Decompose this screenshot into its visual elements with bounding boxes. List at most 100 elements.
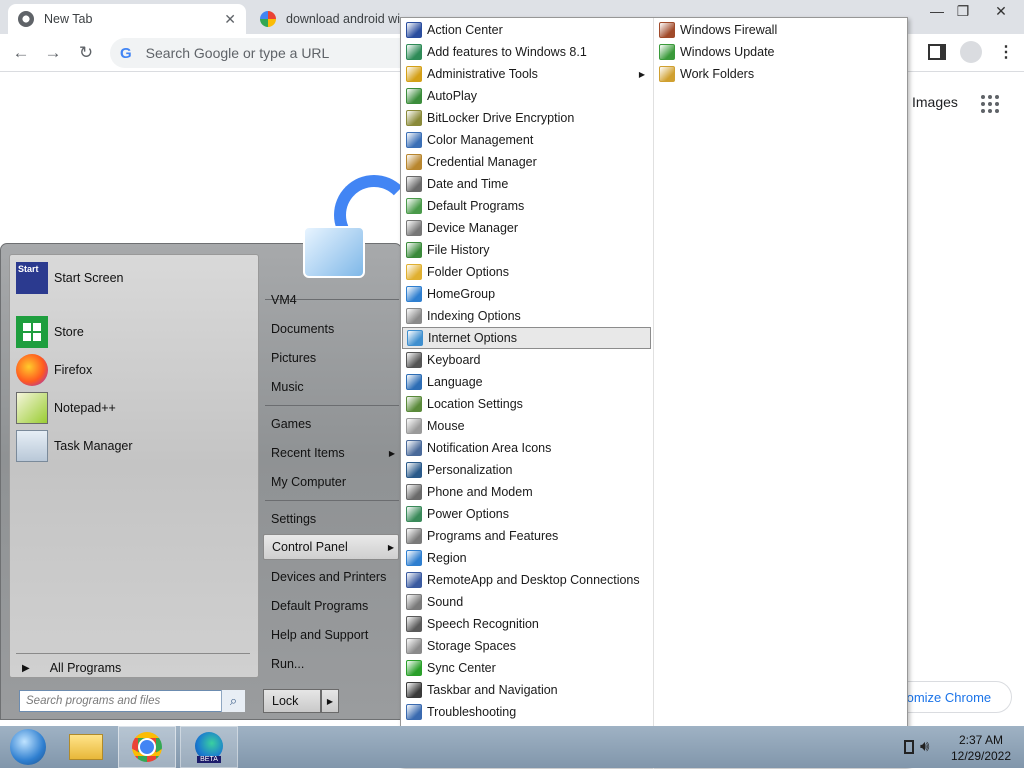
- cp-item-label: BitLocker Drive Encryption: [427, 111, 575, 125]
- lock-button[interactable]: Lock: [263, 689, 321, 713]
- forward-button[interactable]: →: [42, 43, 64, 63]
- apps-grid-icon[interactable]: [981, 95, 999, 113]
- profile-avatar[interactable]: [960, 41, 982, 63]
- cp-item-device-manager[interactable]: Device Manager: [402, 217, 651, 239]
- pinned-task-manager[interactable]: Task Manager: [16, 429, 133, 463]
- link-control-panel[interactable]: Control Panel ▶: [263, 534, 399, 560]
- language-icon: [406, 374, 422, 390]
- cp-item-administrative-tools[interactable]: Administrative Tools ▶: [402, 63, 651, 85]
- cp-item-personalization[interactable]: Personalization: [402, 459, 651, 481]
- link-settings[interactable]: Settings: [263, 506, 399, 532]
- link-pictures[interactable]: Pictures: [263, 345, 399, 371]
- power-options-arrow-button[interactable]: ▶: [321, 689, 339, 713]
- side-panel-icon[interactable]: [928, 44, 946, 60]
- cp-item-programs-and-features[interactable]: Programs and Features: [402, 525, 651, 547]
- cp-item-sound[interactable]: Sound: [402, 591, 651, 613]
- close-icon[interactable]: ✕: [224, 11, 236, 28]
- beta-badge: BETA: [197, 755, 221, 763]
- cp-item-credential-manager[interactable]: Credential Manager: [402, 151, 651, 173]
- restore-button[interactable]: ❐: [946, 0, 980, 22]
- back-button[interactable]: ←: [10, 43, 32, 63]
- cp-item-location-settings[interactable]: Location Settings: [402, 393, 651, 415]
- cp-item-windows-update[interactable]: Windows Update: [655, 41, 907, 63]
- tab-download-android[interactable]: download android windows 8: [250, 4, 400, 34]
- cp-item-language[interactable]: Language: [402, 371, 651, 393]
- submenu-arrow-icon: ▶: [638, 69, 645, 79]
- cp-item-color-management[interactable]: Color Management: [402, 129, 651, 151]
- cp-item-label: Personalization: [427, 463, 513, 477]
- link-default-programs[interactable]: Default Programs: [263, 593, 399, 619]
- start-button[interactable]: [4, 726, 52, 768]
- pinned-store[interactable]: Store: [16, 315, 84, 349]
- all-programs-button[interactable]: ▶ All Programs: [22, 661, 121, 675]
- cp-item-bitlocker-drive-encryption[interactable]: BitLocker Drive Encryption: [402, 107, 651, 129]
- network-icon[interactable]: [904, 740, 914, 754]
- link-help-and-support[interactable]: Help and Support: [263, 622, 399, 648]
- cp-item-remoteapp-and-desktop-connections[interactable]: RemoteApp and Desktop Connections: [402, 569, 651, 591]
- search-icon[interactable]: ⌕: [221, 690, 245, 712]
- cp-item-date-and-time[interactable]: Date and Time: [402, 173, 651, 195]
- taskbar-edge-beta[interactable]: BETA: [180, 726, 238, 768]
- cp-item-power-options[interactable]: Power Options: [402, 503, 651, 525]
- region-icon: [406, 550, 422, 566]
- date-and-time-icon: [406, 176, 422, 192]
- customize-chrome-button[interactable]: tomize Chrome: [892, 681, 1012, 713]
- link-my-computer[interactable]: My Computer: [263, 469, 399, 495]
- cp-item-sync-center[interactable]: Sync Center: [402, 657, 651, 679]
- pinned-firefox[interactable]: Firefox: [16, 353, 92, 387]
- cp-item-action-center[interactable]: Action Center: [402, 19, 651, 41]
- reload-button[interactable]: ↻: [75, 43, 97, 63]
- cp-item-label: Sound: [427, 595, 464, 609]
- link-games[interactable]: Games: [263, 411, 399, 437]
- clock[interactable]: 2:37 AM 12/29/2022: [946, 732, 1016, 764]
- link-recent-items[interactable]: Recent Items ▶: [263, 440, 399, 466]
- close-window-button[interactable]: ✕: [984, 0, 1018, 22]
- cp-item-folder-options[interactable]: Folder Options: [402, 261, 651, 283]
- menu-icon[interactable]: ⋮: [998, 42, 1014, 62]
- cp-item-work-folders[interactable]: Work Folders: [655, 63, 907, 85]
- cp-item-autoplay[interactable]: AutoPlay: [402, 85, 651, 107]
- cp-item-keyboard[interactable]: Keyboard: [402, 349, 651, 371]
- cp-item-phone-and-modem[interactable]: Phone and Modem: [402, 481, 651, 503]
- power-options-icon: [406, 506, 422, 522]
- folder-icon: [69, 734, 103, 760]
- link-devices-and-printers[interactable]: Devices and Printers: [263, 564, 399, 590]
- cp-item-taskbar-and-navigation[interactable]: Taskbar and Navigation: [402, 679, 651, 701]
- taskbar-chrome[interactable]: [118, 726, 176, 768]
- cp-item-speech-recognition[interactable]: Speech Recognition: [402, 613, 651, 635]
- pinned-notepad-plus-plus[interactable]: Notepad++: [16, 391, 116, 425]
- cp-item-add-features-to-windows-8-1[interactable]: Add features to Windows 8.1: [402, 41, 651, 63]
- cp-item-mouse[interactable]: Mouse: [402, 415, 651, 437]
- link-vm4[interactable]: VM4: [263, 287, 399, 313]
- cp-item-default-programs[interactable]: Default Programs: [402, 195, 651, 217]
- cp-item-storage-spaces[interactable]: Storage Spaces: [402, 635, 651, 657]
- divider: [265, 500, 399, 501]
- cp-item-label: Region: [427, 551, 467, 565]
- images-link[interactable]: Images: [912, 94, 958, 110]
- link-music[interactable]: Music: [263, 374, 399, 400]
- start-search-input[interactable]: Search programs and files: [19, 690, 245, 712]
- cp-item-file-history[interactable]: File History: [402, 239, 651, 261]
- cp-item-region[interactable]: Region: [402, 547, 651, 569]
- cp-item-internet-options[interactable]: Internet Options: [402, 327, 651, 349]
- link-documents[interactable]: Documents: [263, 316, 399, 342]
- cp-item-troubleshooting[interactable]: Troubleshooting: [402, 701, 651, 723]
- personalization-icon: [406, 462, 422, 478]
- cp-item-label: Taskbar and Navigation: [427, 683, 558, 697]
- cp-item-notification-area-icons[interactable]: Notification Area Icons: [402, 437, 651, 459]
- taskbar-file-explorer[interactable]: [60, 726, 112, 768]
- cp-item-homegroup[interactable]: HomeGroup: [402, 283, 651, 305]
- cp-item-label: AutoPlay: [427, 89, 478, 103]
- cp-item-indexing-options[interactable]: Indexing Options: [402, 305, 651, 327]
- start-screen-icon: Start: [16, 262, 48, 294]
- google-icon: [260, 11, 276, 27]
- color-management-icon: [406, 132, 422, 148]
- cp-item-windows-firewall[interactable]: Windows Firewall: [655, 19, 907, 41]
- pinned-start-screen[interactable]: Start Start Screen: [16, 261, 123, 295]
- link-run[interactable]: Run...: [263, 651, 399, 677]
- autoplay-icon: [406, 88, 422, 104]
- cp-item-label: Windows Firewall: [680, 23, 778, 37]
- volume-icon[interactable]: 🔊︎: [920, 738, 929, 755]
- tab-new-tab[interactable]: New Tab ✕: [8, 4, 246, 34]
- windows-firewall-icon: [659, 22, 675, 38]
